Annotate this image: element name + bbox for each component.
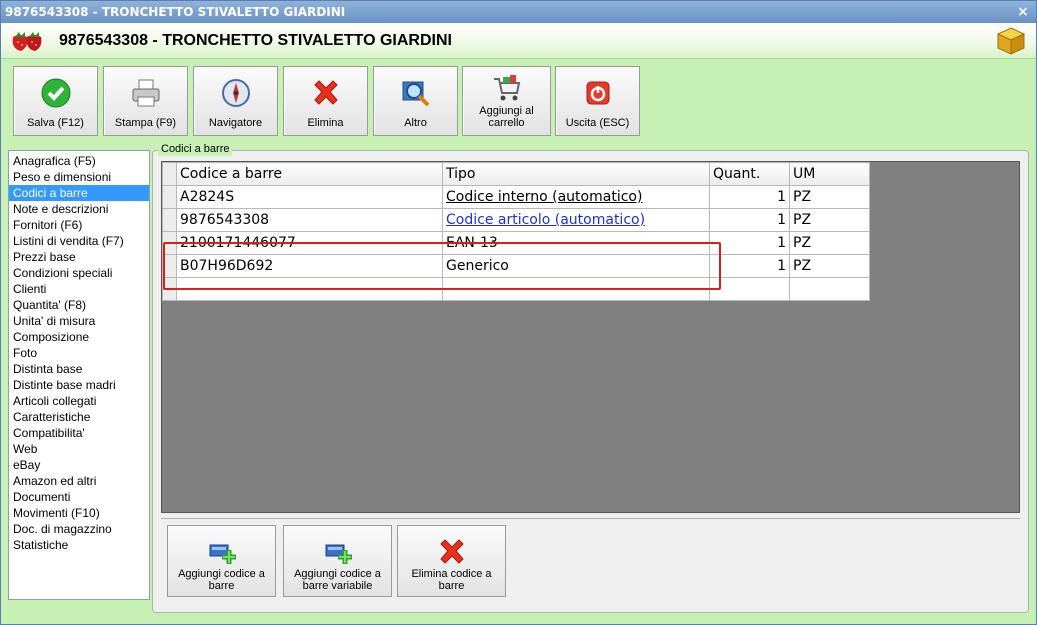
nav-item-doc-magazzino[interactable]: Doc. di magazzino xyxy=(9,521,149,537)
cell-um[interactable]: PZ xyxy=(789,254,870,278)
add-to-cart-button[interactable]: Aggiungi al carrello xyxy=(462,66,551,136)
navigator-button-label: Navigatore xyxy=(208,117,263,129)
compass-icon xyxy=(221,79,250,107)
save-button-label: Salva (F12) xyxy=(27,117,84,129)
check-icon xyxy=(41,78,70,108)
print-button-label: Stampa (F9) xyxy=(114,117,177,129)
cell-qty[interactable]: 1 xyxy=(709,254,790,278)
cell-um[interactable]: PZ xyxy=(789,185,870,209)
strawberry-icon xyxy=(12,32,42,51)
cell-type[interactable]: Codice interno (automatico) xyxy=(442,185,710,209)
highlight-annotation-box xyxy=(163,242,721,290)
cell-type-link[interactable]: Codice articolo (automatico) xyxy=(442,208,710,232)
cell-um-empty[interactable] xyxy=(789,277,870,301)
navigator-button[interactable]: Navigatore xyxy=(193,66,278,136)
nav-item-movimenti[interactable]: Movimenti (F10) xyxy=(9,505,149,521)
column-header-type[interactable]: Tipo xyxy=(442,162,710,186)
add-barcode-button[interactable]: Aggiungi codice a barre xyxy=(167,525,276,597)
add-variable-barcode-button[interactable]: Aggiungi codice a barre variabile xyxy=(283,525,392,597)
add-barcode-button-label: Aggiungi codice a barre xyxy=(178,568,265,592)
column-header-code[interactable]: Codice a barre xyxy=(176,162,443,186)
barcode-actions-panel: Aggiungi codice a barre Aggiungi codice … xyxy=(161,518,1020,603)
add-variable-barcode-button-label: Aggiungi codice a barre variabile xyxy=(294,568,381,592)
other-button[interactable]: Altro xyxy=(373,66,458,136)
print-button[interactable]: Stampa (F9) xyxy=(103,66,188,136)
cell-qty[interactable]: 1 xyxy=(709,231,790,255)
row-header[interactable] xyxy=(162,185,177,209)
nav-item-statistiche[interactable]: Statistiche xyxy=(9,537,149,553)
column-header-um[interactable]: UM xyxy=(789,162,870,186)
nav-item-web[interactable]: Web xyxy=(9,441,149,457)
column-header-qty[interactable]: Quant. xyxy=(709,162,790,186)
table-row[interactable]: 9876543308 Codice articolo (automatico) … xyxy=(162,208,870,232)
main-toolbar: Salva (F12) Stampa (F9) Navigatore Elimi… xyxy=(1,60,1036,142)
delete-x-icon xyxy=(313,80,338,105)
power-icon xyxy=(586,81,609,105)
nav-item-composizione[interactable]: Composizione xyxy=(9,329,149,345)
printer-icon xyxy=(132,79,159,107)
nav-item-ebay[interactable]: eBay xyxy=(9,457,149,473)
cell-qty[interactable]: 1 xyxy=(709,208,790,232)
nav-item-compatibilita[interactable]: Compatibilita' xyxy=(9,425,149,441)
groupbox-label: Codici a barre xyxy=(158,142,233,156)
main-window: 9876543308 - TRONCHETTO STIVALETTO GIARD… xyxy=(0,0,1037,625)
cart-icon xyxy=(493,75,520,101)
close-icon[interactable]: × xyxy=(1016,1,1030,23)
nav-item-foto[interactable]: Foto xyxy=(9,345,149,361)
nav-item-fornitori[interactable]: Fornitori (F6) xyxy=(9,217,149,233)
delete-barcode-button[interactable]: Elimina codice a barre xyxy=(397,525,506,597)
nav-item-distinta-base[interactable]: Distinta base xyxy=(9,361,149,377)
nav-item-peso-dimensioni[interactable]: Peso e dimensioni xyxy=(9,169,149,185)
barcodes-grid[interactable]: Codice a barre Tipo Quant. UM A2824S Cod… xyxy=(161,161,1020,513)
add-to-cart-button-label: Aggiungi al carrello xyxy=(479,105,534,129)
nav-item-articoli-collegati[interactable]: Articoli collegati xyxy=(9,393,149,409)
section-nav-list: Anagrafica (F5) Peso e dimensioni Codici… xyxy=(8,150,150,600)
cell-code[interactable]: A2824S xyxy=(176,185,443,209)
exit-button-label: Uscita (ESC) xyxy=(565,117,630,129)
cell-qty[interactable]: 1 xyxy=(709,185,790,209)
row-header[interactable] xyxy=(162,208,177,232)
nav-item-distinte-base-madri[interactable]: Distinte base madri xyxy=(9,377,149,393)
other-button-label: Altro xyxy=(404,117,427,129)
nav-item-listini-vendita[interactable]: Listini di vendita (F7) xyxy=(9,233,149,249)
nav-item-prezzi-base[interactable]: Prezzi base xyxy=(9,249,149,265)
cell-qty-empty[interactable] xyxy=(709,277,790,301)
nav-item-condizioni-speciali[interactable]: Condizioni speciali xyxy=(9,265,149,281)
nav-item-note-descrizioni[interactable]: Note e descrizioni xyxy=(9,201,149,217)
cell-um[interactable]: PZ xyxy=(789,208,870,232)
cube-icon[interactable] xyxy=(996,26,1026,56)
title-bar: 9876543308 - TRONCHETTO STIVALETTO GIARD… xyxy=(1,1,1036,23)
nav-item-codici-a-barre[interactable]: Codici a barre xyxy=(9,185,149,201)
nav-item-anagrafica[interactable]: Anagrafica (F5) xyxy=(9,153,149,169)
row-header-corner xyxy=(162,162,177,186)
nav-item-clienti[interactable]: Clienti xyxy=(9,281,149,297)
delete-x-icon xyxy=(439,539,464,564)
item-header: 9876543308 - TRONCHETTO STIVALETTO GIARD… xyxy=(1,23,1036,59)
nav-item-documenti[interactable]: Documenti xyxy=(9,489,149,505)
magnifier-icon xyxy=(402,81,429,107)
nav-item-unita-misura[interactable]: Unita' di misura xyxy=(9,313,149,329)
table-header-row: Codice a barre Tipo Quant. UM xyxy=(162,162,870,186)
window-title: 9876543308 - TRONCHETTO STIVALETTO GIARD… xyxy=(5,5,346,19)
add-barcode-icon xyxy=(209,544,236,564)
nav-item-quantita[interactable]: Quantita' (F8) xyxy=(9,297,149,313)
save-button[interactable]: Salva (F12) xyxy=(13,66,98,136)
page-title: 9876543308 - TRONCHETTO STIVALETTO GIARD… xyxy=(59,32,452,49)
exit-button[interactable]: Uscita (ESC) xyxy=(555,66,640,136)
add-variable-barcode-icon xyxy=(325,544,352,564)
nav-item-amazon[interactable]: Amazon ed altri xyxy=(9,473,149,489)
cell-um[interactable]: PZ xyxy=(789,231,870,255)
delete-button-label: Elimina xyxy=(307,117,344,129)
delete-button[interactable]: Elimina xyxy=(283,66,368,136)
delete-barcode-button-label: Elimina codice a barre xyxy=(411,568,492,592)
nav-item-caratteristiche[interactable]: Caratteristiche xyxy=(9,409,149,425)
table-row[interactable]: A2824S Codice interno (automatico) 1 PZ xyxy=(162,185,870,209)
cell-code[interactable]: 9876543308 xyxy=(176,208,443,232)
